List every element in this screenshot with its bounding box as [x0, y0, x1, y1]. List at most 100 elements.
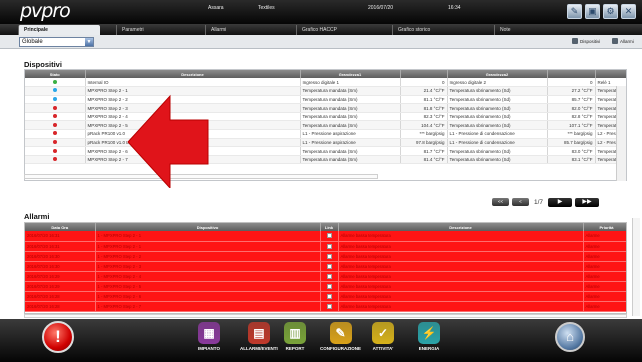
- device-cell-v1: *** barg/psig: [400, 129, 448, 139]
- close-icon[interactable]: ✕: [621, 4, 636, 19]
- alarm-cell-device: 1 - MPXPRO Step 2 - 1: [95, 231, 321, 242]
- link-icon[interactable]: [326, 233, 332, 239]
- dock-item-energia[interactable]: ⚡ ENERGIA: [418, 322, 440, 351]
- allarmi-link[interactable]: Allarmi: [612, 38, 634, 44]
- status-dot-icon: [52, 131, 57, 136]
- device-row[interactable]: MPXPRO Step 2 - 5 Temperatura mandata (Sm…: [25, 120, 626, 131]
- alarm-cell-prio: Allarme: [583, 271, 626, 282]
- devices-column-header[interactable]: Grandezza1: [300, 70, 401, 78]
- prev-page-button[interactable]: <: [512, 198, 529, 206]
- alarm-row[interactable]: 2016/07/20 16:31 1 - MPXPRO Step 2 - 1 All…: [25, 241, 626, 252]
- next-page-button[interactable]: ▶: [548, 197, 573, 207]
- energy-icon: ⚡: [418, 322, 440, 344]
- alarm-row[interactable]: 2016/07/20 16:30 1 - MPXPRO Step 2 - 2 All…: [25, 251, 626, 262]
- alarms-horizontal-scrollbar[interactable]: [24, 314, 627, 318]
- device-row[interactable]: MPXPRO Step 2 - 2 Temperatura mandata (Sm…: [25, 95, 626, 105]
- devices-column-header[interactable]: Stato: [25, 70, 86, 78]
- link-icon[interactable]: [326, 263, 332, 269]
- device-cell-v2: 83.0 °C/°F: [547, 146, 596, 156]
- device-row[interactable]: Internal IO Ingresso digitale 1 0 Ingresso …: [25, 78, 626, 88]
- device-cell-g1: Ingresso digitale 1: [300, 78, 401, 88]
- device-cell-v2: 83.1 °C/°F: [547, 155, 596, 165]
- device-row[interactable]: MPXPRO Step 2 - 6 Temperatura mandata (Sm…: [25, 146, 626, 156]
- devices-table-panel: Stato Descrizione Grandezza1 Grandezza2 Int…: [24, 69, 627, 181]
- dock-item-impianto[interactable]: ▦ IMPIANTO: [198, 322, 220, 351]
- link-icon[interactable]: [326, 253, 332, 259]
- devices-column-header[interactable]: Descrizione: [85, 70, 301, 78]
- alarms-title: Allarmi: [24, 212, 50, 221]
- link-icon[interactable]: [326, 293, 332, 299]
- alarm-cell-prio: Allarme: [583, 281, 626, 292]
- alarm-link-cell: [320, 241, 339, 252]
- tab-grafico-haccp[interactable]: Grafico HACCP: [296, 25, 386, 35]
- alarm-row[interactable]: 2016/07/20 16:30 1 - MPXPRO Step 2 - 3 All…: [25, 261, 626, 272]
- alarms-column-header[interactable]: Data Ora: [25, 223, 96, 231]
- alarm-cell-prio: Allarme: [583, 231, 626, 242]
- last-page-button[interactable]: ▶▶: [575, 197, 600, 207]
- alarm-row[interactable]: 2016/07/20 16:29 1 - MPXPRO Step 2 - 5 All…: [25, 281, 626, 292]
- device-row[interactable]: pRack PR100 v1.0 L1 - Pressione aspirazio…: [25, 129, 626, 139]
- tab-parametri[interactable]: Parametri: [116, 25, 200, 35]
- devices-vertical-scrollbar[interactable]: [616, 86, 626, 181]
- devices-column-header[interactable]: [547, 70, 596, 78]
- alert-icon[interactable]: !: [42, 321, 74, 353]
- device-cell-g2: L1 - Pressione di condensazione: [447, 129, 548, 139]
- alarm-cell-device: 1 - MPXPRO Step 2 - 4: [95, 271, 321, 282]
- tools-icon[interactable]: ✎: [567, 4, 582, 19]
- window-icon[interactable]: ▣: [585, 4, 600, 19]
- first-page-button[interactable]: <<: [492, 198, 509, 206]
- alarms-column-header[interactable]: Dispositivo: [95, 223, 321, 231]
- device-row[interactable]: MPXPRO Step 2 - 1 Temperatura mandata (Sm…: [25, 86, 626, 96]
- devices-column-header[interactable]: Grandezza2: [447, 70, 548, 78]
- device-row[interactable]: MPXPRO Step 2 - 3 Temperatura mandata (Sm…: [25, 103, 626, 113]
- devices-column-header[interactable]: [400, 70, 448, 78]
- device-cell-v1: 81.1 °C/°F: [400, 95, 448, 105]
- alarm-cell-desc: Allarme bassa temperatura: [338, 301, 584, 312]
- device-cell-g1: Temperatura mandata (Sm): [300, 103, 401, 113]
- device-cell-g1: Temperatura mandata (Sm): [300, 146, 401, 156]
- red-arrow-annotation: [127, 94, 209, 188]
- alarm-cell-device: 1 - MPXPRO Step 2 - 6: [95, 291, 321, 302]
- link-icon[interactable]: [326, 303, 332, 309]
- dock-item-configurazione[interactable]: ✎ CONFIGURAZIONE: [320, 322, 361, 351]
- chevron-down-icon[interactable]: ▼: [85, 38, 93, 46]
- link-icon[interactable]: [326, 243, 332, 249]
- tab-grafico-storico[interactable]: Grafico storico: [392, 25, 487, 35]
- device-cell-v1: 97.8 barg/psig: [400, 138, 448, 148]
- alarm-link-cell: [320, 281, 339, 292]
- link-icon[interactable]: [326, 273, 332, 279]
- dock-item-report[interactable]: ▥ REPORT: [284, 322, 306, 351]
- sub-toolbar: Globale ▼ Dispositivi Allarmi: [0, 35, 642, 49]
- settings-icon[interactable]: ⚙: [603, 4, 618, 19]
- alarm-row[interactable]: 2016/07/20 16:29 1 - MPXPRO Step 2 - 4 All…: [25, 271, 626, 282]
- alarms-column-header[interactable]: Link: [320, 223, 339, 231]
- alarms-column-header[interactable]: Priorità: [583, 223, 626, 231]
- device-row[interactable]: pRack PR100 v1.0 L L1 - Pressione aspiraz…: [25, 138, 626, 148]
- tab-allarmi[interactable]: Allarmi: [205, 25, 289, 35]
- home-icon[interactable]: ⌂: [555, 322, 585, 352]
- alarm-row[interactable]: 2016/07/20 16:28 1 - MPXPRO Step 2 - 7 All…: [25, 301, 626, 312]
- device-cell-desc[interactable]: Internal IO: [85, 78, 301, 88]
- device-cell-g2: L1 - Pressione di condensazione: [447, 138, 548, 148]
- alarm-cell-device: 1 - MPXPRO Step 2 - 2: [95, 251, 321, 262]
- link-icon[interactable]: [326, 283, 332, 289]
- dispositivi-link[interactable]: Dispositivi: [572, 38, 600, 44]
- device-cell-g2: Temperatura sbrinamento (Sd): [447, 120, 548, 131]
- dock-item-allarmi-eventi[interactable]: ▤ ALLARMI/EVENTI: [240, 322, 278, 351]
- device-cell-g2: Ingresso digitale 2: [447, 78, 548, 88]
- tab-principale[interactable]: Principale: [18, 25, 100, 35]
- logo: pvpro: [20, 0, 71, 22]
- group-select[interactable]: Globale ▼: [19, 37, 94, 47]
- tab-note[interactable]: Note: [494, 25, 578, 35]
- alarm-row[interactable]: 2016/07/20 16:31 1 - MPXPRO Step 2 - 1 All…: [25, 231, 626, 242]
- alarm-row[interactable]: 2016/07/20 16:28 1 - MPXPRO Step 2 - 6 All…: [25, 291, 626, 302]
- device-row[interactable]: MPXPRO Step 2 - 7 Temperatura mandata (Sm…: [25, 155, 626, 165]
- dock-item-label: ENERGIA: [418, 346, 440, 351]
- alarms-vertical-scrollbar[interactable]: [632, 218, 640, 316]
- alarm-icon: [612, 38, 618, 44]
- devices-column-header[interactable]: [595, 70, 626, 78]
- alarms-column-header[interactable]: Descrizione: [338, 223, 584, 231]
- device-row[interactable]: MPXPRO Step 2 - 4 Temperatura mandata (Sm…: [25, 112, 626, 122]
- dock-item-attivita[interactable]: ✓ ATTIVITA': [372, 322, 394, 351]
- alarm-cell-date: 2016/07/20 16:28: [25, 301, 96, 312]
